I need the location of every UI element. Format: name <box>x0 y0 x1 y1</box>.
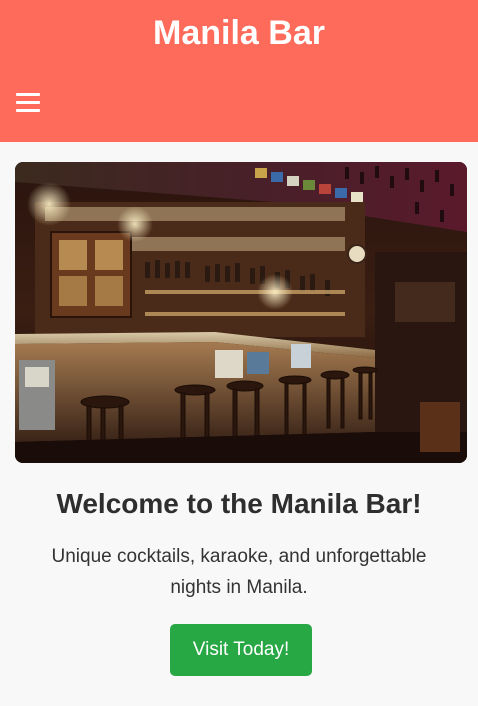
menu-bar-bottom <box>16 109 40 112</box>
hero-image <box>15 162 467 463</box>
tagline-text: Unique cocktails, karaoke, and unforgett… <box>51 546 427 598</box>
hamburger-menu-icon[interactable] <box>16 90 42 116</box>
visit-today-button[interactable]: Visit Today! <box>170 624 312 676</box>
welcome-heading: Welcome to the Manila Bar! <box>56 488 422 519</box>
menu-bar-middle <box>16 101 40 104</box>
bar-interior-photo <box>15 162 467 463</box>
menu-bar-top <box>16 93 40 96</box>
site-title: Manila Bar <box>153 14 325 52</box>
site-header: Manila Bar <box>0 0 478 142</box>
